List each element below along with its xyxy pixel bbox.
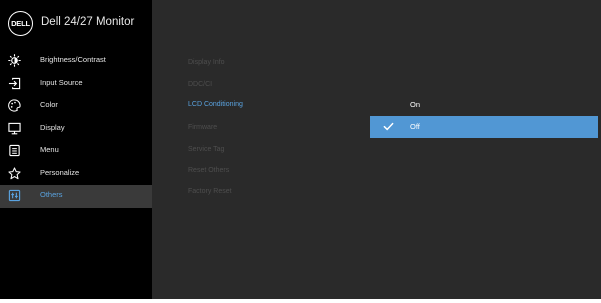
menu-item-others[interactable]: Others [0, 185, 152, 208]
osd-header-left: DELL Dell 24/27 Monitor [0, 0, 152, 46]
menu-label-display: Display [40, 122, 65, 132]
menu-label-personalize: Personalize [40, 167, 80, 177]
menu-label-color: Color [40, 100, 58, 109]
dell-logo-text: DELL [11, 19, 30, 28]
menu-item-menu[interactable]: Menu [0, 140, 152, 163]
star-icon [8, 166, 21, 179]
main-menu: Brightness/Contrast Input Source Color D… [0, 50, 152, 208]
menu-item-brightness-contrast[interactable]: Brightness/Contrast [0, 50, 152, 73]
submenu-service-tag: Service Tag [188, 146, 225, 153]
submenu-lcd-conditioning[interactable]: LCD Conditioning [188, 101, 243, 108]
input-source-icon [8, 77, 21, 89]
submenu-factory-reset[interactable]: Factory Reset [188, 188, 232, 195]
submenu-display-info[interactable]: Display Info [188, 59, 225, 66]
menu-item-input-source[interactable]: Input Source [0, 73, 152, 96]
submenu-ddc-ci[interactable]: DDC/CI [188, 81, 212, 88]
menu-icon [9, 144, 20, 157]
menu-label-input-source: Input Source [40, 77, 83, 87]
option-off-label: Off [410, 122, 420, 131]
others-icon [8, 189, 21, 202]
display-icon [8, 122, 21, 134]
menu-item-color[interactable]: Color [0, 95, 152, 118]
checkmark-icon [383, 122, 394, 131]
monitor-title: Dell 24/27 Monitor [41, 16, 135, 28]
osd-header-right [152, 0, 601, 46]
option-off[interactable]: Off [370, 116, 598, 138]
monitor-osd: DELL Dell 24/27 Monitor Brightness/Contr… [0, 0, 601, 303]
color-icon [8, 99, 21, 112]
menu-item-personalize[interactable]: Personalize [0, 163, 152, 186]
menu-label-menu: Menu [40, 145, 59, 154]
bottom-edge [0, 299, 601, 303]
submenu-reset-others[interactable]: Reset Others [188, 167, 229, 174]
option-on[interactable]: On [370, 94, 598, 116]
brightness-icon [8, 54, 21, 67]
menu-item-display[interactable]: Display [0, 118, 152, 141]
submenu-firmware: Firmware [188, 124, 218, 131]
menu-label-others: Others [40, 190, 63, 199]
dell-logo: DELL [8, 11, 33, 36]
option-on-label: On [410, 100, 421, 109]
menu-label-brightness-contrast: Brightness/Contrast [40, 55, 106, 64]
